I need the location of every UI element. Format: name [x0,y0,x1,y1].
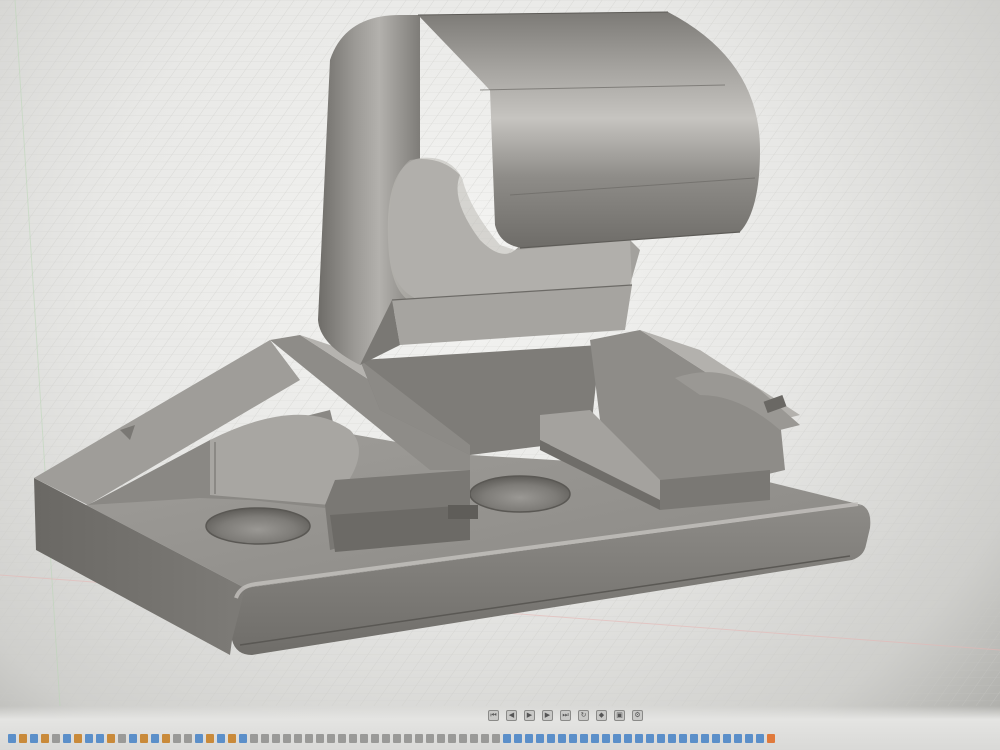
3d-viewport[interactable] [0,0,1000,750]
highlight-icon[interactable]: ◆ [596,710,607,721]
timeline-feature-extrude-icon[interactable] [19,734,27,743]
timeline-feature-sketch-icon[interactable] [558,734,566,743]
timeline-feature-fillet-icon[interactable] [250,734,258,743]
timeline-feature-fillet-icon[interactable] [492,734,500,743]
timeline-feature-sketch-icon[interactable] [657,734,665,743]
timeline-feature-extrude-icon[interactable] [162,734,170,743]
step-forward-icon[interactable]: ▶ [542,710,553,721]
timeline-feature-sketch-icon[interactable] [536,734,544,743]
timeline-feature-sketch-icon[interactable] [690,734,698,743]
timeline-feature-sketch-icon[interactable] [569,734,577,743]
timeline-feature-fillet-icon[interactable] [327,734,335,743]
filter-icon[interactable]: ▣ [614,710,625,721]
timeline-feature-sketch-icon[interactable] [734,734,742,743]
timeline-feature-fillet-icon[interactable] [294,734,302,743]
timeline-feature-sketch-icon[interactable] [217,734,225,743]
playback-controls: ⏮ ◀ ▶ ▶ ⏭ ↻ ◆ ▣ ⚙ [488,710,643,721]
timeline-feature-sketch-icon[interactable] [624,734,632,743]
timeline-feature-sketch-icon[interactable] [129,734,137,743]
settings-icon[interactable]: ⚙ [632,710,643,721]
go-to-end-icon[interactable]: ⏭ [560,710,571,721]
timeline-feature-sketch-icon[interactable] [723,734,731,743]
timeline-feature-sketch-icon[interactable] [679,734,687,743]
play-icon[interactable]: ▶ [524,710,535,721]
timeline-feature-fillet-icon[interactable] [118,734,126,743]
timeline-feature-fillet-icon[interactable] [173,734,181,743]
timeline-feature-fillet-icon[interactable] [382,734,390,743]
timeline-feature-sketch-icon[interactable] [701,734,709,743]
timeline-feature-sketch-icon[interactable] [712,734,720,743]
timeline-feature-fillet-icon[interactable] [52,734,60,743]
go-to-start-icon[interactable]: ⏮ [488,710,499,721]
timeline-feature-fillet-icon[interactable] [338,734,346,743]
timeline-feature-sketch-icon[interactable] [745,734,753,743]
timeline-feature-fillet-icon[interactable] [404,734,412,743]
timeline-feature-fillet-icon[interactable] [360,734,368,743]
timeline-feature-fillet-icon[interactable] [305,734,313,743]
timeline-feature-sketch-icon[interactable] [580,734,588,743]
timeline-feature-sketch-icon[interactable] [646,734,654,743]
timeline-feature-sketch-icon[interactable] [8,734,16,743]
timeline-feature-end-marker-icon[interactable] [767,734,775,743]
timeline-feature-sketch-icon[interactable] [514,734,522,743]
timeline-feature-extrude-icon[interactable] [41,734,49,743]
timeline-feature-sketch-icon[interactable] [85,734,93,743]
timeline-feature-fillet-icon[interactable] [371,734,379,743]
timeline-feature-sketch-icon[interactable] [30,734,38,743]
timeline-feature-fillet-icon[interactable] [470,734,478,743]
timeline-feature-sketch-icon[interactable] [602,734,610,743]
timeline-feature-fillet-icon[interactable] [272,734,280,743]
timeline-feature-extrude-icon[interactable] [107,734,115,743]
timeline-feature-sketch-icon[interactable] [635,734,643,743]
viewport-canvas[interactable] [0,0,1000,750]
timeline-feature-fillet-icon[interactable] [261,734,269,743]
timeline-feature-sketch-icon[interactable] [668,734,676,743]
timeline-feature-fillet-icon[interactable] [426,734,434,743]
timeline-feature-sketch-icon[interactable] [547,734,555,743]
timeline-feature-fillet-icon[interactable] [415,734,423,743]
timeline-feature-fillet-icon[interactable] [393,734,401,743]
timeline-feature-fillet-icon[interactable] [316,734,324,743]
timeline-feature-extrude-icon[interactable] [140,734,148,743]
timeline-feature-sketch-icon[interactable] [195,734,203,743]
timeline-feature-sketch-icon[interactable] [613,734,621,743]
timeline-feature-sketch-icon[interactable] [151,734,159,743]
timeline-feature-fillet-icon[interactable] [448,734,456,743]
timeline-feature-fillet-icon[interactable] [349,734,357,743]
timeline-feature-sketch-icon[interactable] [756,734,764,743]
feature-timeline[interactable] [8,734,775,743]
timeline-feature-sketch-icon[interactable] [591,734,599,743]
timeline-feature-fillet-icon[interactable] [459,734,467,743]
timeline-feature-fillet-icon[interactable] [184,734,192,743]
timeline-feature-sketch-icon[interactable] [63,734,71,743]
timeline-feature-extrude-icon[interactable] [74,734,82,743]
step-back-icon[interactable]: ◀ [506,710,517,721]
timeline-feature-sketch-icon[interactable] [96,734,104,743]
timeline-feature-extrude-icon[interactable] [228,734,236,743]
timeline-feature-sketch-icon[interactable] [503,734,511,743]
timeline-feature-extrude-icon[interactable] [206,734,214,743]
timeline-feature-fillet-icon[interactable] [283,734,291,743]
timeline-feature-sketch-icon[interactable] [239,734,247,743]
timeline-feature-fillet-icon[interactable] [481,734,489,743]
rotate-icon[interactable]: ↻ [578,710,589,721]
timeline-feature-fillet-icon[interactable] [437,734,445,743]
timeline-feature-sketch-icon[interactable] [525,734,533,743]
